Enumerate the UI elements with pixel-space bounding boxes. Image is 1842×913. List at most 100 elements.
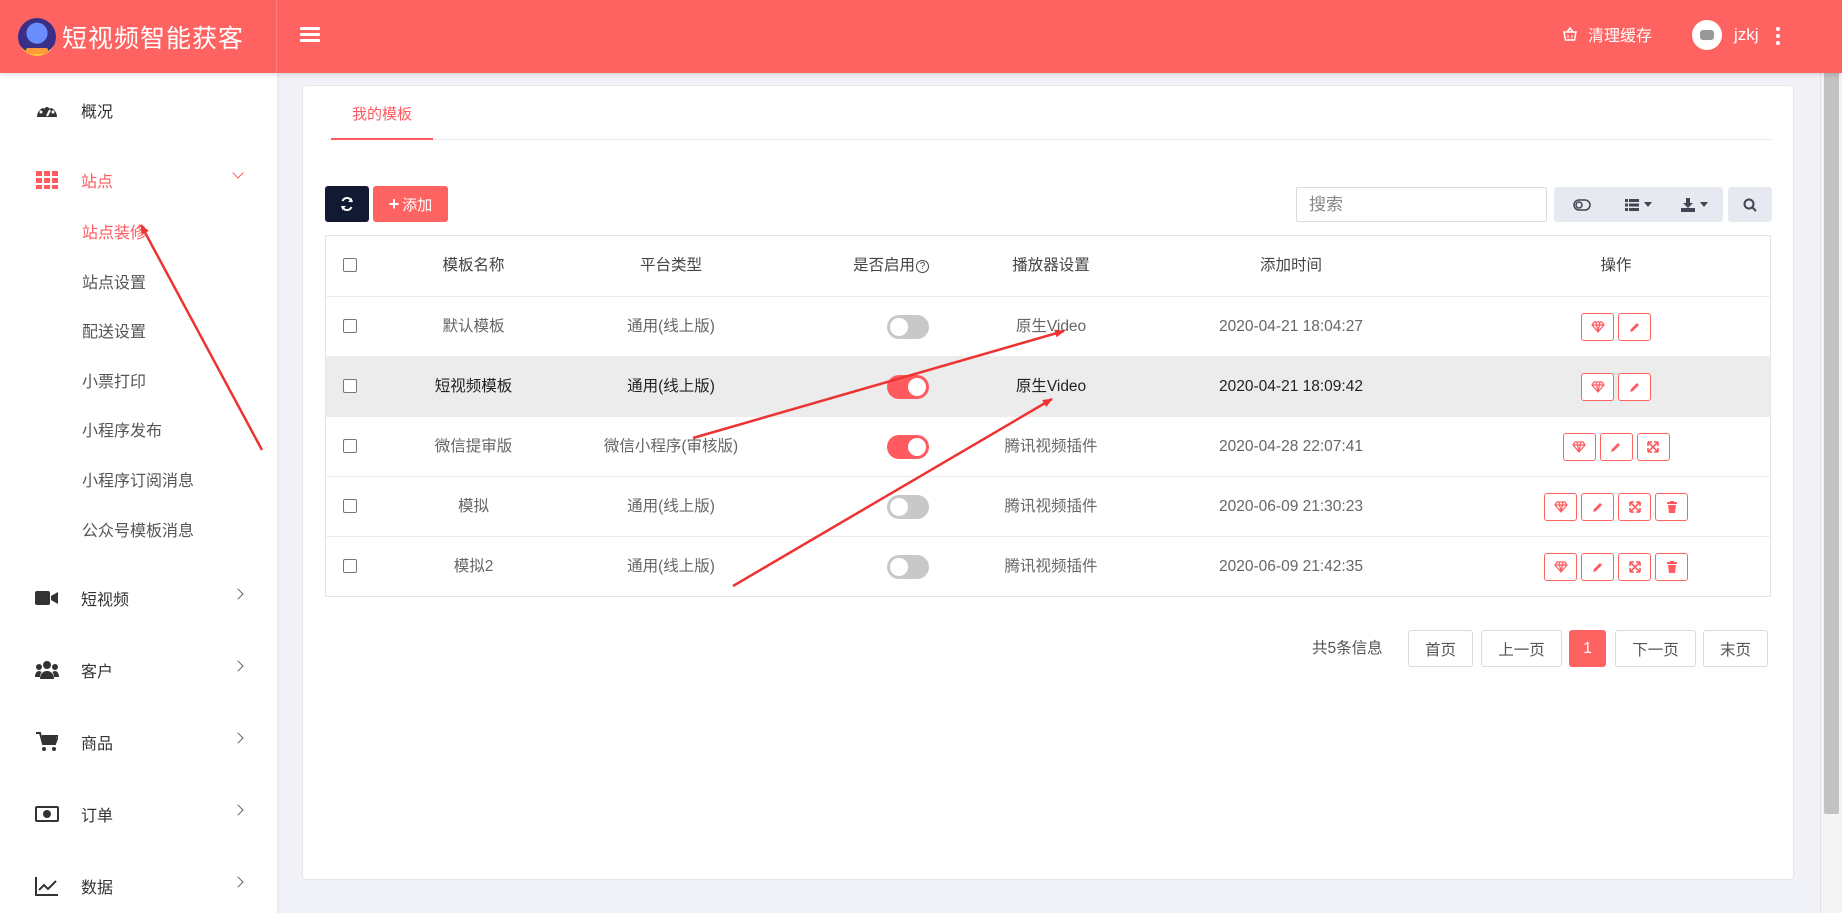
template-name: 模拟2 (453, 558, 494, 575)
chevron-right-icon (232, 588, 244, 600)
column-header-platform[interactable]: 平台类型 (571, 236, 771, 296)
table-row[interactable]: 微信提审版 微信小程序(审核版) 腾讯视频插件 2020-04-28 22:07… (326, 416, 1770, 476)
brand[interactable]: 短视频智能获客 (0, 0, 277, 73)
trash-icon (1666, 501, 1677, 513)
added-time: 2020-04-28 22:07:41 (1219, 438, 1363, 455)
row-checkbox[interactable] (343, 559, 357, 573)
chevron-down-icon (232, 167, 244, 179)
more-vertical-icon[interactable] (1774, 24, 1782, 48)
top-bar: 短视频智能获客 清理缓存 jzkj (0, 0, 1842, 73)
expand-button[interactable] (1636, 433, 1670, 461)
decorate-button[interactable] (1562, 433, 1596, 461)
menu-toggle-icon[interactable] (300, 24, 320, 48)
row-checkbox[interactable] (343, 379, 357, 393)
edit-button[interactable] (1581, 553, 1614, 581)
search-input[interactable] (1296, 187, 1547, 222)
expand-icon (1628, 501, 1641, 513)
row-checkbox[interactable] (343, 499, 357, 513)
row-checkbox[interactable] (343, 319, 357, 333)
column-header-name[interactable]: 模板名称 (386, 236, 561, 296)
chevron-right-icon (232, 876, 244, 888)
decorate-button[interactable] (1581, 373, 1614, 401)
pagination-current[interactable]: 1 (1569, 630, 1606, 667)
expand-icon (1628, 561, 1641, 573)
enabled-toggle[interactable] (887, 555, 929, 579)
expand-icon (1647, 441, 1659, 453)
sidebar-subitem-receipt-print[interactable]: 小票打印 (82, 371, 146, 395)
pagination-prev[interactable]: 上一页 (1481, 630, 1562, 667)
decorate-button[interactable] (1581, 313, 1614, 341)
platform-type: 通用(线上版) (627, 558, 715, 575)
user-menu[interactable]: jzkj (1692, 20, 1759, 50)
refresh-button[interactable] (325, 186, 369, 222)
vertical-scrollbar[interactable] (1820, 0, 1842, 913)
enabled-toggle[interactable] (887, 435, 929, 459)
table-row[interactable]: 模拟 通用(线上版) 腾讯视频插件 2020-06-09 21:30:23 (326, 476, 1770, 536)
column-header-player[interactable]: 播放器设置 (966, 236, 1136, 296)
pagination-last[interactable]: 末页 (1703, 630, 1768, 667)
advanced-search-button[interactable] (1728, 187, 1772, 222)
table-row[interactable]: 短视频模板 通用(线上版) 原生Video 2020-04-21 18:09:4… (326, 356, 1770, 416)
column-header-time[interactable]: 添加时间 (1136, 236, 1446, 296)
caret-down-icon (1643, 202, 1652, 207)
tab-bar: 我的模板 (328, 106, 1771, 140)
add-button-label: 添加 (402, 196, 433, 214)
sidebar-item-short-video[interactable]: 短视频 (0, 573, 277, 623)
trash-icon (1666, 561, 1677, 573)
chevron-right-icon (232, 804, 244, 816)
pagination-total: 共5条信息 (1312, 640, 1383, 657)
edit-button[interactable] (1618, 373, 1651, 401)
row-actions (1466, 537, 1766, 597)
decorate-button[interactable] (1544, 553, 1577, 581)
sidebar-subitem-delivery-settings[interactable]: 配送设置 (82, 321, 146, 345)
template-name: 短视频模板 (434, 378, 513, 395)
pencil-icon (1629, 323, 1639, 332)
expand-button[interactable] (1618, 493, 1651, 521)
sidebar-item-products[interactable]: 商品 (0, 717, 277, 767)
decorate-button[interactable] (1544, 493, 1577, 521)
sidebar-subitem-miniprogram-subscribe[interactable]: 小程序订阅消息 (82, 470, 194, 494)
diamond-icon (1553, 501, 1568, 513)
table-header-row: 模板名称 平台类型 是否启用? 播放器设置 添加时间 操作 (326, 236, 1770, 296)
pagination-next[interactable]: 下一页 (1615, 630, 1696, 667)
download-icon (1681, 197, 1696, 212)
sidebar-item-overview[interactable]: 概况 (0, 85, 277, 135)
enabled-toggle[interactable] (887, 315, 929, 339)
tab-my-templates[interactable]: 我的模板 (331, 106, 433, 140)
toggle-view-button[interactable] (1554, 187, 1610, 222)
columns-dropdown[interactable] (1610, 187, 1666, 222)
edit-button[interactable] (1599, 433, 1633, 461)
enabled-toggle[interactable] (887, 375, 929, 399)
cart-icon (35, 730, 59, 754)
player-setting: 腾讯视频插件 (1004, 558, 1098, 575)
row-checkbox[interactable] (343, 439, 357, 453)
delete-button[interactable] (1655, 493, 1688, 521)
refresh-icon (341, 197, 353, 211)
sidebar-item-orders[interactable]: 订单 (0, 789, 277, 839)
sidebar-subitem-official-template[interactable]: 公众号模板消息 (82, 520, 194, 544)
edit-button[interactable] (1618, 313, 1651, 341)
column-header-enabled[interactable]: 是否启用? (836, 236, 946, 296)
enabled-toggle[interactable] (887, 495, 929, 519)
edit-button[interactable] (1581, 493, 1614, 521)
scrollbar-thumb[interactable] (1824, 22, 1839, 814)
chart-line-icon (35, 874, 59, 898)
add-button[interactable]: + 添加 (373, 186, 448, 222)
expand-button[interactable] (1618, 553, 1651, 581)
table-row[interactable]: 模拟2 通用(线上版) 腾讯视频插件 2020-06-09 21:42:35 (326, 536, 1770, 596)
sidebar-subitem-site-decoration[interactable]: 站点装修 (82, 222, 146, 246)
help-icon[interactable]: ? (916, 260, 929, 273)
pagination-first[interactable]: 首页 (1408, 630, 1473, 667)
table-row[interactable]: 默认模板 通用(线上版) 原生Video 2020-04-21 18:04:27 (326, 296, 1770, 356)
clear-cache-button[interactable]: 清理缓存 (1562, 22, 1652, 46)
export-dropdown[interactable] (1667, 187, 1723, 222)
sidebar-item-site[interactable]: 站点 (0, 155, 277, 205)
sidebar-item-data[interactable]: 数据 (0, 861, 277, 911)
pencil-icon (1611, 443, 1620, 452)
added-time: 2020-06-09 21:42:35 (1219, 558, 1363, 575)
sidebar-subitem-miniprogram-publish[interactable]: 小程序发布 (82, 420, 162, 444)
delete-button[interactable] (1655, 553, 1688, 581)
sidebar-subitem-site-settings[interactable]: 站点设置 (82, 272, 146, 296)
sidebar-item-customers[interactable]: 客户 (0, 645, 277, 695)
select-all-checkbox[interactable] (343, 258, 357, 272)
